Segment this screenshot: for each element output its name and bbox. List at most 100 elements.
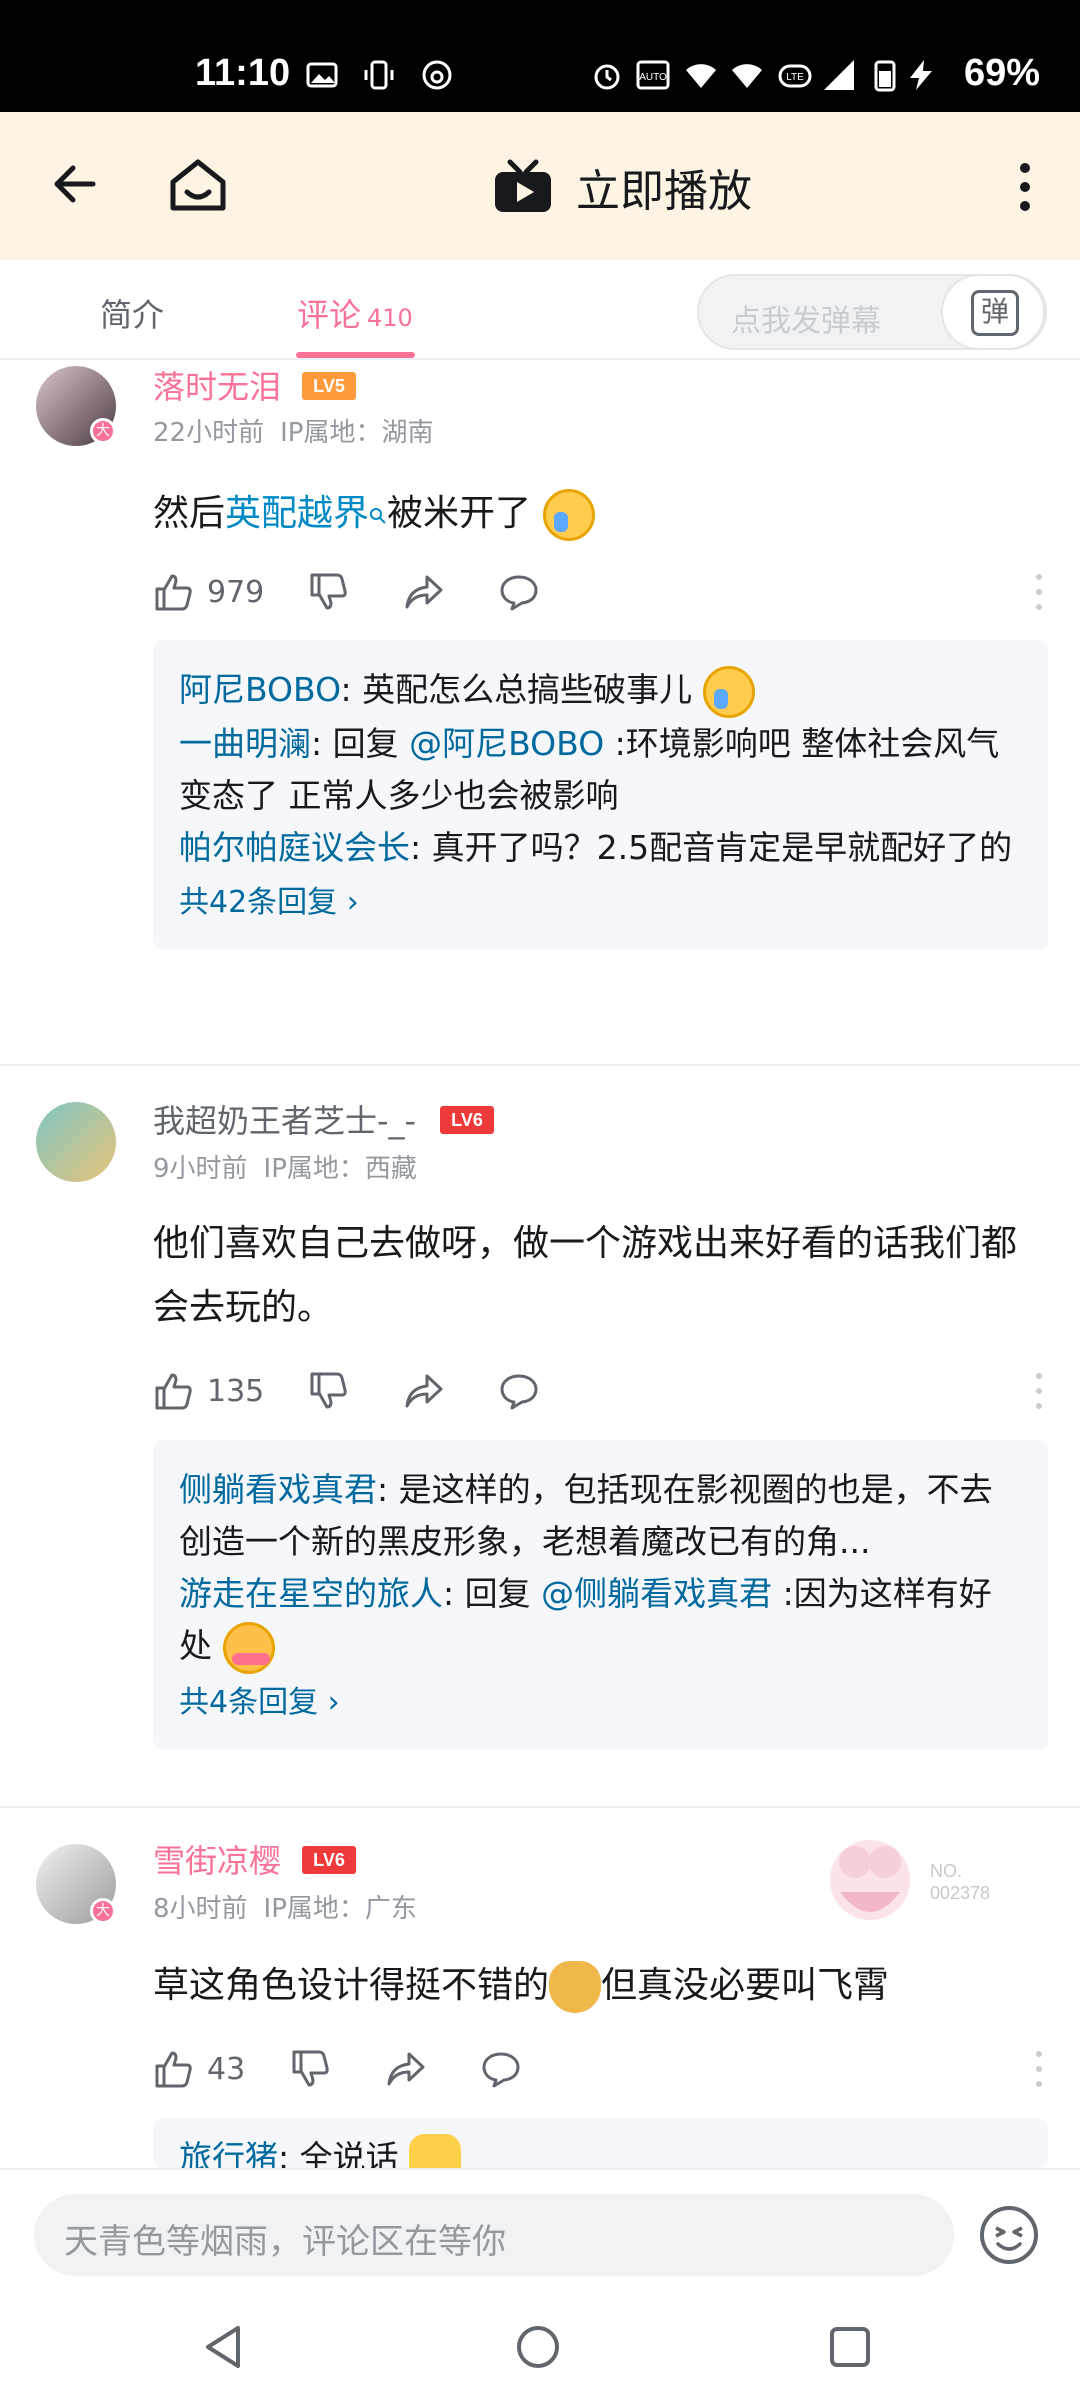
reply-text: : 真开了吗？2.5配音肯定是早就配好了的 [410, 827, 1013, 867]
like-button[interactable]: 979 [153, 567, 264, 617]
comment-more-icon[interactable] [1035, 1372, 1043, 1410]
thumbs-down-icon [292, 2050, 329, 2087]
reply-mention[interactable]: @侧躺看戏真君 [541, 1574, 772, 1613]
vip-badge-icon: 大 [90, 1898, 116, 1924]
comment-actions: 135 [153, 1366, 1043, 1416]
tab-comments-count: 410 [367, 304, 413, 332]
doge-emoji-icon [549, 1961, 602, 2013]
comment-bubble-icon [500, 575, 538, 611]
comment-text-part: 被米开了 [387, 493, 532, 534]
view-all-replies-link[interactable]: 共42条回复 › [179, 880, 1022, 926]
blushing-emoji-icon [222, 1621, 275, 1674]
comment-text: 他们喜欢自己去做呀，做一个游戏出来好看的话我们都会去玩的。 [153, 1223, 1018, 1328]
nav-back-icon[interactable] [200, 2322, 250, 2372]
search-link[interactable]: 英配越界 [225, 493, 369, 534]
dislike-button[interactable] [290, 2044, 332, 2094]
divider [0, 1806, 1080, 1808]
share-button[interactable] [385, 2044, 427, 2094]
fan-medal-number: NO. 002378 [930, 1861, 991, 1903]
comment-meta: 8小时前 IP属地：广东 [153, 1888, 417, 1925]
reply-username[interactable]: 游走在星空的旅人 [179, 1574, 443, 1613]
svg-text:AUTO: AUTO [639, 72, 667, 83]
reply-username[interactable]: 阿尼BOBO [179, 670, 341, 709]
reply-preview-box[interactable]: 阿尼BOBO: 英配怎么总搞些破事儿 一曲明澜: 回复 @阿尼BOBO :环境影… [153, 640, 1048, 950]
tab-comments-label: 评论 [297, 296, 362, 334]
reply-preview-box[interactable]: 旅行猪: 全说话 [153, 2118, 1048, 2168]
reply-username[interactable]: 一曲明澜 [179, 724, 311, 763]
like-button[interactable]: 43 [153, 2044, 245, 2094]
avatar[interactable] [36, 1102, 116, 1182]
comment-time: 9小时前 [153, 1154, 248, 1184]
comment-input[interactable]: 天青色等烟雨，评论区在等你 [34, 2194, 954, 2276]
danmaku-input[interactable]: 点我发弹幕 弹 [697, 274, 1047, 350]
tab-active-indicator [296, 352, 415, 358]
level-badge: LV6 [302, 1846, 356, 1874]
thumbs-up-icon [155, 1373, 192, 1410]
status-bar: 11:10 AUTO LTE 69% [0, 0, 1080, 112]
share-button[interactable] [403, 1366, 445, 1416]
divider [0, 1064, 1080, 1066]
dislike-button[interactable] [308, 567, 350, 617]
reply-button[interactable] [480, 2044, 522, 2094]
reply-text: : 英配怎么总搞些破事儿 [340, 670, 693, 709]
reply-button[interactable] [498, 1366, 540, 1416]
username[interactable]: 雪街凉樱 [153, 1836, 281, 1882]
comment-more-icon[interactable] [1035, 2050, 1043, 2088]
danmaku-icon: 弹 [971, 290, 1019, 336]
reply-prefix: : 回复 [443, 1574, 542, 1613]
more-vertical-icon[interactable] [1005, 162, 1045, 212]
comment-more-icon[interactable] [1035, 573, 1043, 611]
comment-ip: IP属地：广东 [263, 1894, 417, 1924]
reply-item: 游走在星空的旅人: 回复 @侧躺看戏真君 :因为这样有好处 [179, 1568, 1022, 1674]
share-icon [387, 2052, 425, 2086]
reply-username[interactable]: 帕尔帕庭议会长 [179, 828, 410, 867]
comment-meta: 22小时前 IP属地：湖南 [153, 412, 433, 449]
like-count: 43 [207, 2051, 246, 2087]
comment-time: 8小时前 [153, 1894, 248, 1924]
fan-medal-icon [830, 1840, 910, 1920]
charging-icon [910, 60, 932, 90]
comment-bubble-icon [500, 1374, 538, 1410]
share-button[interactable] [403, 567, 445, 617]
tab-intro[interactable]: 简介 [100, 290, 164, 336]
emoji-picker-icon[interactable] [978, 2204, 1040, 2266]
danmaku-toggle-button[interactable]: 弹 [941, 274, 1045, 350]
thumbs-down-icon [310, 573, 347, 610]
reply-item: 一曲明澜: 回复 @阿尼BOBO :环境影响吧 整体社会风气变态了 正常人多少也… [179, 718, 1022, 822]
comment-actions: 43 [153, 2044, 1043, 2094]
reply-item: 侧躺看戏真君: 是这样的，包括现在影视圈的也是，不去创造一个新的黑皮形象，老想着… [179, 1464, 1022, 1568]
play-now-button[interactable]: 立即播放 [492, 152, 752, 222]
nav-home-icon[interactable] [513, 2322, 563, 2372]
like-count: 979 [207, 574, 265, 610]
reply-prefix: : 回复 [311, 723, 410, 763]
comment-text-part: 但真没必要叫飞霄 [601, 1965, 890, 2006]
comment-bubble-icon [482, 2052, 520, 2088]
comment-text: 草这角色设计得挺不错的 但真没必要叫飞霄 [153, 1954, 1033, 2018]
like-button[interactable]: 135 [153, 1366, 264, 1416]
username[interactable]: 落时无泪 [153, 362, 281, 408]
home-icon[interactable] [165, 152, 231, 218]
fan-medal-badge[interactable]: NO. 002378 [820, 1822, 1020, 1932]
nav-recents-icon[interactable] [825, 2322, 875, 2372]
reply-preview-box[interactable]: 侧躺看戏真君: 是这样的，包括现在影视圈的也是，不去创造一个新的黑皮形象，老想着… [153, 1440, 1048, 1750]
comment-ip: IP属地：西藏 [263, 1154, 417, 1184]
username[interactable]: 我超奶王者芝士-_- [153, 1096, 416, 1142]
comment-ip: IP属地：湖南 [280, 418, 434, 448]
dislike-button[interactable] [308, 1366, 350, 1416]
thumbs-up-emoji-icon [409, 2133, 462, 2168]
view-all-replies-link[interactable]: 共4条回复 › [179, 1680, 1022, 1726]
back-arrow-icon[interactable] [45, 154, 105, 214]
crying-emoji-icon [542, 489, 595, 541]
vibrate-icon [364, 60, 394, 90]
top-bar: 立即播放 [0, 112, 1080, 260]
reply-item: 阿尼BOBO: 英配怎么总搞些破事儿 [179, 664, 1022, 718]
tab-comments[interactable]: 评论 410 [297, 290, 413, 336]
reply-button[interactable] [498, 567, 540, 617]
comment-text-part: 然后 [153, 493, 226, 534]
reply-item: 旅行猪: 全说话 [179, 2132, 1022, 2168]
reply-username[interactable]: 侧躺看戏真君 [179, 1470, 377, 1509]
system-nav-bar [0, 2302, 1080, 2400]
comment-input-bar: 天青色等烟雨，评论区在等你 [0, 2168, 1080, 2302]
reply-mention[interactable]: @阿尼BOBO [409, 724, 604, 763]
reply-username[interactable]: 旅行猪 [179, 2138, 278, 2168]
